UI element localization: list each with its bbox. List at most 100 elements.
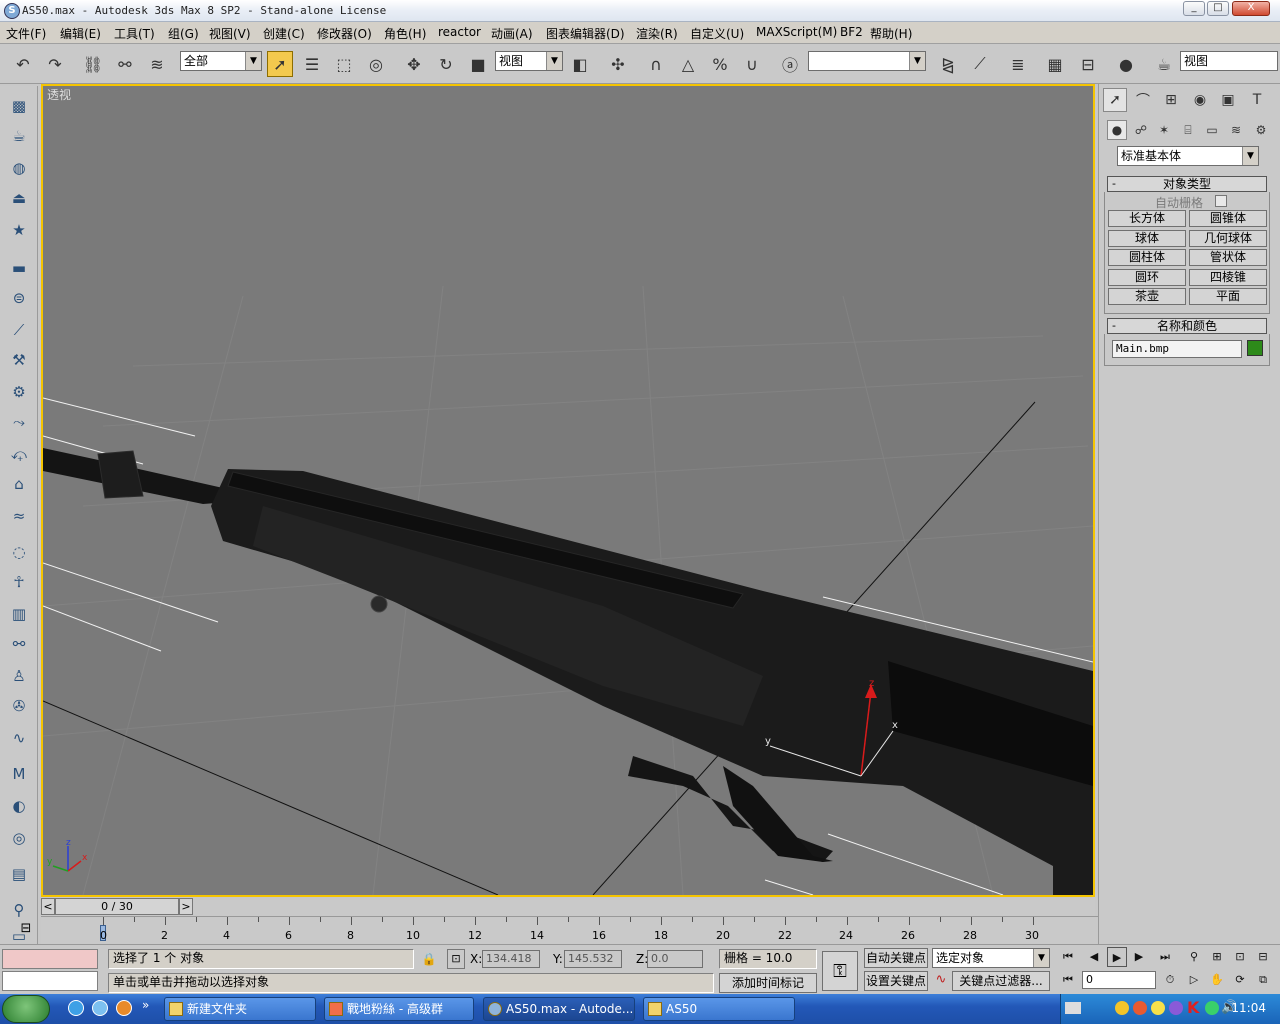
firefox-icon[interactable] [116, 1000, 132, 1016]
biped-icon[interactable]: ☥ [7, 570, 31, 594]
start-button[interactable] [2, 995, 50, 1023]
select-and-link-icon[interactable]: ⛓ [80, 51, 106, 77]
key-tangent-icon[interactable]: ∿ [932, 972, 950, 992]
select-object-icon[interactable]: ➚ [267, 51, 293, 77]
plane-button[interactable]: 平面 [1189, 288, 1267, 305]
globe-icon[interactable]: ◐ [7, 794, 31, 818]
bind-space-warp-icon[interactable]: ≋ [144, 51, 170, 77]
time-slider[interactable]: < 0 / 30 > [41, 898, 1095, 916]
geosphere-button[interactable]: 几何球体 [1189, 230, 1267, 247]
cone-button[interactable]: 圆锥体 [1189, 210, 1267, 227]
cameras-icon[interactable]: ⌸ [1178, 120, 1198, 140]
render-icon[interactable]: ◎ [7, 826, 31, 850]
systems-icon[interactable]: ⚙ [1251, 120, 1271, 140]
material-icon[interactable]: M [7, 762, 31, 786]
select-and-move-icon[interactable]: ✥ [401, 51, 427, 77]
lock-icon[interactable]: 🔒 [420, 949, 438, 969]
ie-icon[interactable] [68, 1000, 84, 1016]
time-slider-thumb[interactable]: 0 / 30 [55, 898, 179, 915]
menu-create[interactable]: 创建(C) [263, 25, 305, 42]
autogrid-checkbox[interactable] [1215, 195, 1227, 207]
go-to-end-icon[interactable]: ⏭ [1155, 947, 1175, 967]
menu-customize[interactable]: 自定义(U) [690, 25, 744, 42]
bone-icon[interactable]: ⟋ [7, 318, 31, 342]
go-to-start-icon[interactable]: ⏮ [1058, 947, 1078, 967]
render-scene-icon[interactable]: ☕ [1151, 51, 1177, 77]
hammer-icon[interactable]: ⚒ [7, 348, 31, 372]
field-of-view-icon[interactable]: ▷ [1184, 970, 1204, 990]
select-by-name-icon[interactable]: ☰ [299, 51, 325, 77]
wheel-icon[interactable]: ✇ [7, 694, 31, 718]
edit-named-selection-icon[interactable]: ⓐ [777, 51, 803, 77]
tray-app-icon[interactable] [1115, 1001, 1129, 1015]
cylinder-button[interactable]: 圆柱体 [1108, 249, 1186, 266]
hierarchy-tab-icon[interactable]: ⊞ [1159, 88, 1183, 112]
time-prev-button[interactable]: < [41, 898, 55, 915]
track-bar[interactable]: ⊟ 0 2 4 6 8 10 12 14 16 18 20 22 24 26 2… [21, 916, 1098, 944]
next-frame-icon[interactable]: ▶ [1129, 947, 1149, 967]
tube-button[interactable]: 管状体 [1189, 249, 1267, 266]
motion-tab-icon[interactable]: ◉ [1188, 88, 1212, 112]
y-coordinate-field[interactable]: 145.532 [564, 950, 622, 968]
layer-manager-icon[interactable]: ≣ [1005, 51, 1031, 77]
modify-tab-icon[interactable]: ⌒ [1131, 88, 1155, 112]
named-selection-dropdown[interactable]: ▼ [808, 51, 926, 71]
window-crossing-icon[interactable]: ◎ [363, 51, 389, 77]
zoom-icon[interactable]: ⚲ [1184, 947, 1204, 967]
tray-app-icon[interactable] [1133, 1001, 1147, 1015]
shapes-icon[interactable]: ☍ [1131, 120, 1151, 140]
selection-filter-dropdown[interactable]: 全部 ▼ [180, 51, 262, 71]
tray-k-icon[interactable]: K [1187, 998, 1199, 1017]
redo-icon[interactable]: ↷ [42, 51, 68, 77]
time-next-button[interactable]: > [179, 898, 193, 915]
set-key-icon[interactable]: ⚿ [822, 951, 858, 991]
mirror-icon[interactable]: ⧎ [935, 51, 961, 77]
tray-app-icon[interactable] [1169, 1001, 1183, 1015]
plane-icon[interactable]: ▬ [7, 256, 31, 280]
teapot-icon[interactable]: ☕ [7, 124, 31, 148]
zoom-all-icon[interactable]: ⊞ [1207, 947, 1227, 967]
rifle-model[interactable] [43, 448, 1093, 895]
menu-view[interactable]: 视图(V) [209, 25, 251, 42]
menu-reactor[interactable]: reactor [438, 25, 481, 39]
maxscript-listener-pink[interactable] [2, 949, 98, 969]
time-config-icon[interactable]: ⏱ [1160, 970, 1180, 990]
align-icon[interactable]: ⟋ [967, 51, 993, 77]
maximize-button[interactable]: □ [1207, 1, 1229, 16]
teapot-button[interactable]: 茶壶 [1108, 288, 1186, 305]
gear-icon[interactable]: ⚙ [7, 380, 31, 404]
pivot-center-icon[interactable]: ◧ [567, 51, 593, 77]
percent-snap-icon[interactable]: % [707, 51, 733, 77]
browser-icon[interactable] [92, 1000, 108, 1016]
menu-character[interactable]: 角色(H) [384, 25, 426, 42]
star-icon[interactable]: ★ [7, 218, 31, 242]
menu-graph-editors[interactable]: 图表编辑器(D) [546, 25, 625, 42]
keyboard-icon[interactable] [1065, 1002, 1081, 1014]
box-button[interactable]: 长方体 [1108, 210, 1186, 227]
rope-icon[interactable]: ∿ [7, 726, 31, 750]
maximize-viewport-icon[interactable]: ⧉ [1253, 970, 1273, 990]
panel-icon[interactable]: ▤ [7, 862, 31, 886]
task-new-folder[interactable]: 新建文件夹 [164, 997, 316, 1021]
perspective-viewport[interactable]: 透视 z y x z x y [41, 84, 1095, 897]
sphere-button[interactable]: 球体 [1108, 230, 1186, 247]
manipulate-icon[interactable]: ✣ [605, 51, 631, 77]
absolute-mode-icon[interactable]: ⊡ [447, 949, 465, 969]
taper-icon[interactable]: ⌂ [7, 472, 31, 496]
box-icon[interactable]: ▩ [7, 94, 31, 118]
spinner-snap-icon[interactable]: ∪ [739, 51, 765, 77]
close-button[interactable]: X [1232, 1, 1270, 16]
object-color-swatch[interactable] [1247, 340, 1263, 356]
tray-app-icon[interactable] [1205, 1001, 1219, 1015]
key-mode-dropdown[interactable]: 选定对象 ▼ [932, 948, 1050, 968]
lights-icon[interactable]: ✶ [1154, 120, 1174, 140]
figure-icon[interactable]: ♙ [7, 664, 31, 688]
pan-icon[interactable]: ✋ [1207, 970, 1227, 990]
add-time-tag-button[interactable]: 添加时间标记 [719, 973, 817, 993]
torus-button[interactable]: 圆环 [1108, 269, 1186, 286]
minimize-button[interactable]: _ [1183, 1, 1205, 16]
ring-icon[interactable]: ◌ [7, 540, 31, 564]
sphere-icon[interactable]: ◍ [7, 156, 31, 180]
orbit-icon[interactable]: ⟳ [1230, 970, 1250, 990]
zoom-extents-all-icon[interactable]: ⊟ [1253, 947, 1273, 967]
